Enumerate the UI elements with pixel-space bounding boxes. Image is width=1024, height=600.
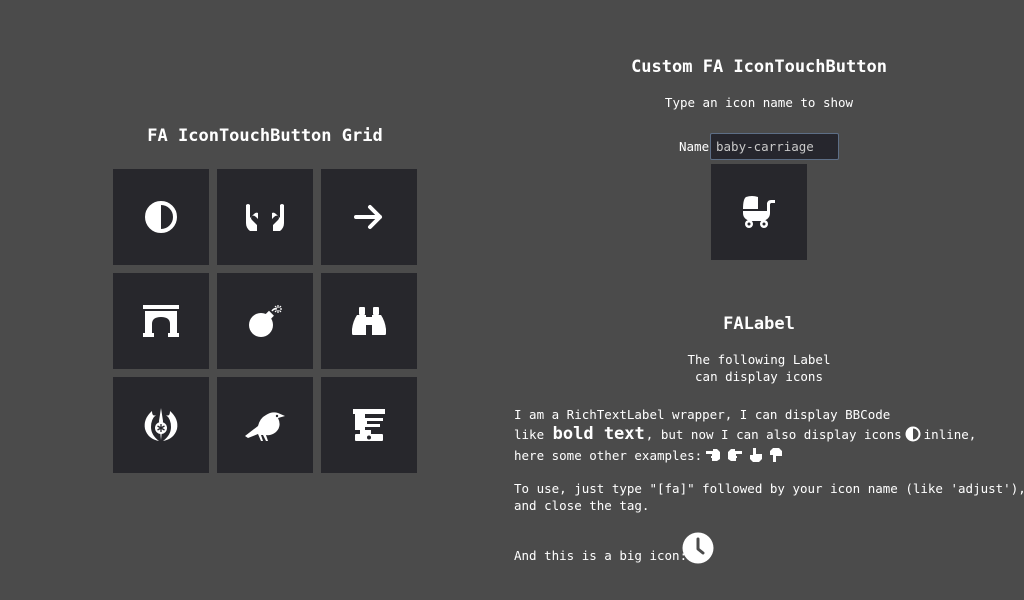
archway-icon <box>143 305 179 337</box>
binoculars-icon <box>352 307 386 335</box>
bomb-icon <box>249 305 282 337</box>
rich-text-line: To use, just type "[fa]" followed by you… <box>514 481 1024 496</box>
icon-button-grid <box>113 169 417 473</box>
jedi-order-icon <box>144 408 178 441</box>
falabel-description-line1: The following Label <box>687 352 831 367</box>
rich-text-segment: like <box>514 426 545 442</box>
hands-button[interactable] <box>217 169 313 265</box>
rich-text-segment: inline, <box>923 426 977 442</box>
hand-point-right-icon <box>728 449 743 461</box>
big-icon-label: And this is a big icon: <box>514 548 688 563</box>
name-label: Name <box>679 139 710 154</box>
rich-text-bold: bold text <box>552 424 645 444</box>
adjust-icon <box>905 426 921 442</box>
rich-text-segment: , but now I can also display icons <box>645 426 902 442</box>
baby-carriage-icon <box>743 196 775 228</box>
dumpster-icon <box>353 409 385 441</box>
custom-button-title: Custom FA IconTouchButton <box>631 57 887 77</box>
hand-point-down-icon <box>770 448 783 462</box>
falabel-description-line2: can display icons <box>695 369 823 384</box>
hand-point-left-icon <box>706 449 721 461</box>
custom-icon-button[interactable] <box>711 164 807 260</box>
adjust-icon <box>145 201 177 233</box>
icon-name-input[interactable] <box>710 133 839 160</box>
hands-icon <box>246 204 284 231</box>
rich-text-segment: here some other examples: <box>514 447 703 463</box>
crow-icon <box>245 412 285 441</box>
rich-text-line: I am a RichTextLabel wrapper, I can disp… <box>514 407 891 422</box>
bomb-button[interactable] <box>217 273 313 369</box>
binoculars-button[interactable] <box>321 273 417 369</box>
custom-button-subtitle: Type an icon name to show <box>664 95 854 110</box>
clock-icon <box>682 532 714 564</box>
jedi-order-button[interactable] <box>113 377 209 473</box>
crow-button[interactable] <box>217 377 313 473</box>
rich-text-line: like bold text, but now I can also displ… <box>514 424 976 444</box>
rich-text-line: and close the tag. <box>514 498 650 513</box>
arrow-right-icon <box>354 205 382 229</box>
dumpster-button[interactable] <box>321 377 417 473</box>
arrow-right-button[interactable] <box>321 169 417 265</box>
hand-point-up-icon <box>750 448 763 462</box>
grid-title: FA IconTouchButton Grid <box>147 126 383 146</box>
rich-text-line: here some other examples: <box>514 447 786 463</box>
adjust-button[interactable] <box>113 169 209 265</box>
archway-button[interactable] <box>113 273 209 369</box>
falabel-title: FALabel <box>723 314 795 334</box>
